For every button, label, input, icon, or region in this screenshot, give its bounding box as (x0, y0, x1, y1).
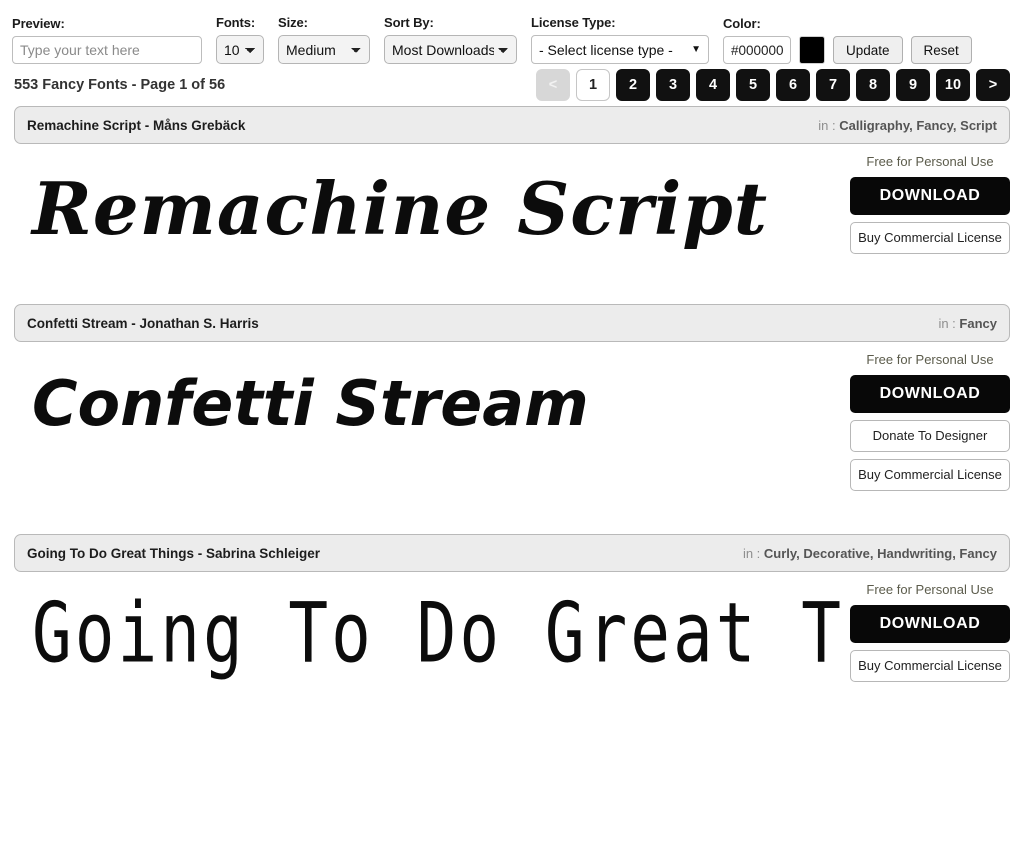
font-card-body: Confetti Stream Free for Personal Use DO… (14, 342, 1010, 498)
buy-commercial-license-button[interactable]: Buy Commercial License (850, 222, 1010, 254)
size-group: Size: Medium (278, 16, 370, 64)
filter-toolbar: Preview: Fonts: 10 Size: Medium Sort By:… (0, 0, 1024, 64)
fonts-per-page-select[interactable]: 10 (216, 35, 264, 64)
card-separator (14, 276, 1010, 304)
font-results-list: Remachine Script - Måns Grebäck in : Cal… (0, 106, 1024, 690)
font-card: Remachine Script - Måns Grebäck in : Cal… (14, 106, 1010, 268)
page-prev-button[interactable]: < (536, 69, 570, 101)
preview-group: Preview: (12, 17, 202, 64)
tags-value: Calligraphy, Fancy, Script (839, 117, 997, 133)
card-separator (14, 506, 1010, 534)
page-button-4[interactable]: 4 (696, 69, 730, 101)
font-preview-image: Going To Do Great Thi (32, 585, 850, 682)
sort-by-label: Sort By: (384, 15, 434, 30)
font-card-header[interactable]: Confetti Stream - Jonathan S. Harris in … (14, 304, 1010, 342)
license-type-label: License Type: (531, 15, 616, 30)
font-card-tags: in : Fancy (938, 316, 997, 331)
license-select-wrap: - Select license type - ▼ (531, 35, 709, 64)
license-group: License Type: - Select license type - ▼ (531, 16, 709, 64)
fonts-group: Fonts: 10 (216, 16, 264, 64)
page-button-3[interactable]: 3 (656, 69, 690, 101)
donate-to-designer-button[interactable]: Donate To Designer (850, 420, 1010, 452)
font-card-body: Going To Do Great Thi Free for Personal … (14, 572, 1010, 690)
preview-label: Preview: (12, 16, 65, 31)
font-preview-image: Remachine Script (32, 166, 768, 251)
font-card-header[interactable]: Remachine Script - Måns Grebäck in : Cal… (14, 106, 1010, 144)
results-bar: 553 Fancy Fonts - Page 1 of 56 < 1 2 3 4… (0, 64, 1024, 106)
color-hex-input[interactable] (723, 36, 791, 64)
font-card-tags: in : Curly, Decorative, Handwriting, Fan… (743, 546, 997, 561)
page-button-2[interactable]: 2 (616, 69, 650, 101)
page-button-1[interactable]: 1 (576, 69, 610, 101)
font-card-title: Confetti Stream - Jonathan S. Harris (27, 315, 259, 331)
size-select[interactable]: Medium (278, 35, 370, 64)
font-card-actions: Free for Personal Use DOWNLOAD Donate To… (850, 348, 1010, 498)
font-card: Going To Do Great Things - Sabrina Schle… (14, 534, 1010, 690)
page-next-button[interactable]: > (976, 69, 1010, 101)
fonts-label: Fonts: (216, 15, 256, 30)
tags-value: Curly, Decorative, Handwriting, Fancy (763, 545, 997, 561)
page-button-10[interactable]: 10 (936, 69, 970, 101)
tags-value: Fancy (959, 315, 997, 331)
page-button-6[interactable]: 6 (776, 69, 810, 101)
sort-group: Sort By: Most Downloads (384, 16, 517, 64)
page-button-5[interactable]: 5 (736, 69, 770, 101)
font-card-body: Remachine Script Free for Personal Use D… (14, 144, 1010, 268)
download-button[interactable]: DOWNLOAD (850, 375, 1010, 413)
font-card: Confetti Stream - Jonathan S. Harris in … (14, 304, 1010, 498)
reset-button[interactable]: Reset (910, 36, 972, 64)
download-button[interactable]: DOWNLOAD (850, 605, 1010, 643)
sort-by-select[interactable]: Most Downloads (384, 35, 517, 64)
preview-input[interactable] (12, 36, 202, 64)
tags-prefix: in : (742, 545, 764, 561)
font-card-tags: in : Calligraphy, Fancy, Script (818, 118, 997, 133)
font-card-title: Going To Do Great Things - Sabrina Schle… (27, 545, 321, 561)
pagination: < 1 2 3 4 5 6 7 8 9 10 > (536, 69, 1010, 101)
color-row: Update Reset (723, 36, 972, 64)
font-card-actions: Free for Personal Use DOWNLOAD Buy Comme… (850, 150, 1010, 261)
size-label: Size: (278, 15, 308, 30)
license-note: Free for Personal Use (866, 352, 994, 367)
page-button-8[interactable]: 8 (856, 69, 890, 101)
tags-prefix: in : (818, 117, 840, 133)
results-count: 553 Fancy Fonts - Page 1 of 56 (14, 77, 226, 93)
buy-commercial-license-button[interactable]: Buy Commercial License (850, 650, 1010, 682)
update-button[interactable]: Update (833, 36, 903, 64)
font-card-actions: Free for Personal Use DOWNLOAD Buy Comme… (850, 578, 1010, 689)
license-note: Free for Personal Use (866, 154, 994, 169)
page-button-9[interactable]: 9 (896, 69, 930, 101)
tags-prefix: in : (938, 315, 960, 331)
download-button[interactable]: DOWNLOAD (850, 177, 1010, 215)
font-card-title: Remachine Script - Måns Grebäck (27, 117, 246, 133)
buy-commercial-license-button[interactable]: Buy Commercial License (850, 459, 1010, 491)
color-label: Color: (723, 16, 761, 31)
color-group: Color: Update Reset (723, 17, 972, 64)
color-swatch[interactable] (799, 36, 825, 64)
font-preview-image: Confetti Stream (32, 367, 589, 440)
license-note: Free for Personal Use (866, 582, 994, 597)
page-button-7[interactable]: 7 (816, 69, 850, 101)
license-type-select[interactable]: - Select license type - (531, 35, 709, 64)
